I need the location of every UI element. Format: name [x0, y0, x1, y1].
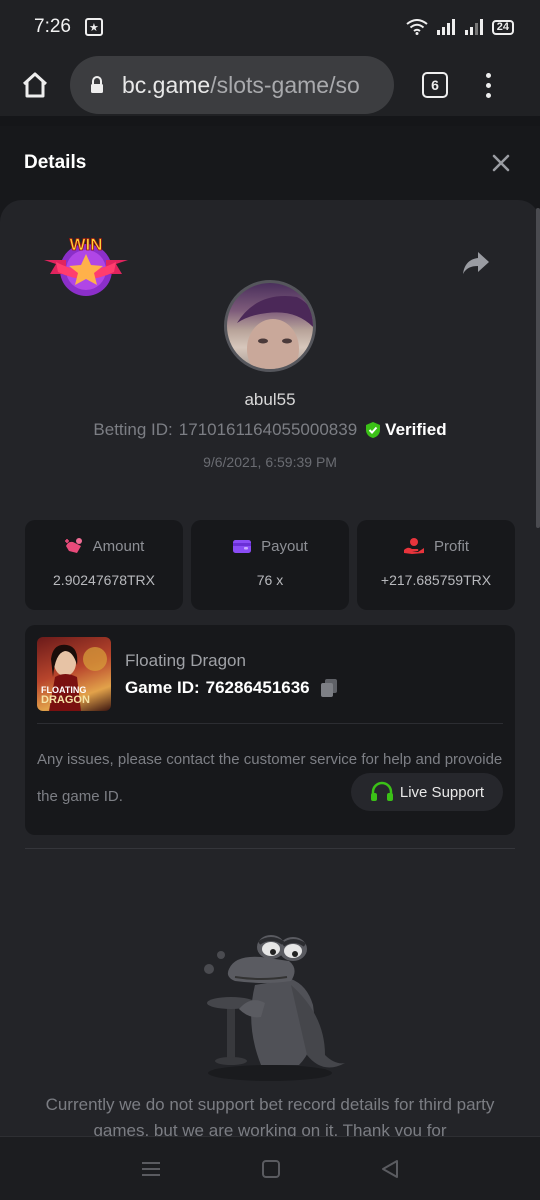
crocodile-mascot-illustration: [195, 925, 345, 1085]
stat-value-profit: +217.685759TRX: [380, 572, 492, 588]
recents-icon[interactable]: [140, 1160, 162, 1178]
browser-menu-button[interactable]: [486, 72, 491, 98]
close-button[interactable]: [486, 148, 516, 178]
close-icon: [492, 154, 510, 172]
betting-id-label: Betting ID:: [93, 420, 173, 439]
betting-id-value: 1710161164055000839: [178, 420, 358, 439]
url-text: bc.game/slots-game/so: [122, 72, 360, 99]
url-host: bc.game: [122, 71, 211, 98]
win-badge-text: WIN: [69, 235, 102, 254]
stats-row: Amount 2.90247678TRX Payout 76 x Profit …: [25, 520, 515, 610]
stat-value-payout: 76 x: [256, 572, 284, 588]
status-indicators: 24: [406, 19, 514, 35]
game-card-divider: [37, 723, 503, 724]
game-name[interactable]: Floating Dragon: [125, 651, 246, 671]
home-button[interactable]: [0, 54, 70, 116]
betting-id-row: Betting ID: 1710161164055000839 Verified: [0, 420, 540, 440]
stat-card-profit: Profit +217.685759TRX: [357, 520, 515, 610]
system-nav-bar: [0, 1136, 540, 1200]
verified-label: Verified: [385, 420, 447, 439]
stat-card-amount: Amount 2.90247678TRX: [25, 520, 183, 610]
status-time: 7:26: [34, 16, 71, 37]
share-icon: [463, 252, 489, 274]
url-path: /slots-game/so: [210, 71, 360, 98]
live-support-label: Live Support: [399, 783, 485, 801]
tab-switcher-button[interactable]: 6: [422, 72, 448, 98]
modal-header: Details: [0, 126, 540, 200]
game-thumb-title: Floating Dragon: [41, 685, 90, 706]
game-id-row: Game ID: 76286451636: [125, 678, 338, 698]
wallet-icon: [233, 540, 252, 553]
game-thumb-title-line2: Dragon: [41, 694, 90, 706]
modal-title: Details: [24, 152, 87, 173]
game-card: Floating Dragon Floating Dragon Game ID:…: [25, 625, 515, 835]
details-panel: WIN abul55 Betting ID: 17101611640550008…: [0, 200, 540, 1136]
username: abul55: [244, 390, 296, 409]
live-support-button[interactable]: Live Support: [351, 773, 503, 811]
overlay-strip: [0, 116, 540, 126]
section-divider: [25, 848, 515, 849]
home-icon: [22, 72, 48, 98]
verified-badge: Verified: [365, 420, 447, 440]
browser-toolbar: bc.game/slots-game/so 6: [0, 54, 540, 116]
stat-label-amount: Amount: [92, 537, 145, 555]
status-bar: 7:26 ★ 24: [0, 0, 540, 54]
wifi-icon: [406, 19, 428, 35]
signal-2-icon: [464, 19, 483, 35]
stat-value-amount: 2.90247678TRX: [53, 572, 155, 588]
game-thumbnail[interactable]: Floating Dragon: [37, 637, 111, 711]
profit-icon: [403, 538, 424, 554]
back-icon[interactable]: [380, 1159, 400, 1179]
scrollbar-thumb[interactable]: [536, 208, 540, 528]
battery-indicator: 24: [491, 19, 514, 35]
share-button[interactable]: [462, 250, 490, 276]
photo-icon: ★: [84, 18, 103, 36]
game-id-value: 76286451636: [205, 678, 310, 697]
amount-icon: [64, 538, 82, 553]
win-badge: WIN: [42, 230, 130, 300]
lock-icon: [90, 76, 104, 94]
third-party-notice: Currently we do not support bet record d…: [45, 1095, 495, 1136]
stat-label-payout: Payout: [261, 537, 308, 555]
address-bar[interactable]: bc.game/slots-game/so: [70, 56, 394, 114]
copy-icon[interactable]: [320, 678, 338, 698]
shield-check-icon: [366, 422, 381, 438]
stat-card-payout: Payout 76 x: [191, 520, 349, 610]
stat-label-profit: Profit: [433, 537, 469, 555]
bet-datetime: 9/6/2021, 6:59:39 PM: [203, 454, 337, 470]
avatar: [224, 280, 316, 372]
signal-icon: [436, 19, 455, 35]
home-nav-icon[interactable]: [261, 1159, 281, 1179]
game-id-label: Game ID:: [125, 678, 200, 697]
headset-icon: [370, 781, 393, 801]
